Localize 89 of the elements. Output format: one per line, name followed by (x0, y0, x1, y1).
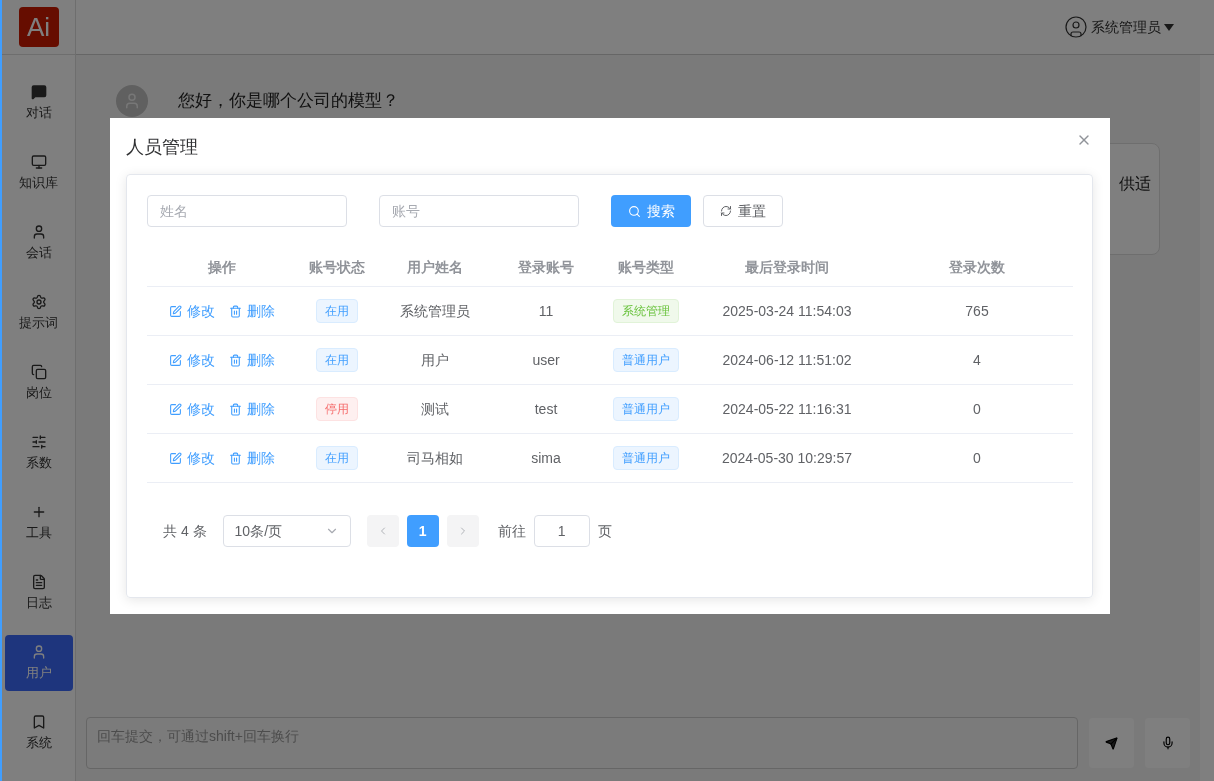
table-cell-text: 2024-05-30 10:29:57 (722, 448, 852, 468)
edit-icon (169, 451, 182, 465)
chat-question: 您好，你是哪个公司的模型？ (178, 90, 399, 113)
edit-link[interactable]: 修改 (169, 398, 215, 420)
app-logo: Ai (18, 7, 59, 47)
column-header: 操作 (208, 258, 236, 277)
sidebar-item[interactable]: 系数 (4, 425, 73, 481)
delete-link[interactable]: 删除 (229, 349, 275, 371)
search-icon (627, 204, 641, 218)
sidebar-item[interactable]: 系统 (4, 705, 73, 761)
edit-icon (169, 304, 182, 318)
status-tag: 在用 (316, 299, 358, 323)
settings-icon (30, 293, 47, 310)
status-tag: 在用 (316, 348, 358, 372)
table-cell-text: 2025-03-24 11:54:03 (722, 301, 852, 321)
column-header: 账号状态 (309, 258, 365, 277)
table-cell-text: 11 (538, 301, 554, 321)
avatar-icon (1064, 15, 1088, 39)
send-icon (1105, 736, 1118, 750)
status-tag: 停用 (316, 397, 358, 421)
table-cell-text: user (532, 350, 560, 370)
reset-button[interactable]: 重置 (703, 195, 783, 227)
answer-text: 供适 (1119, 174, 1151, 194)
column-header: 最后登录时间 (745, 258, 829, 277)
trash-icon (229, 402, 242, 416)
page-suffix: 页 (597, 521, 612, 541)
page-button[interactable]: 1 (406, 515, 439, 547)
trash-icon (229, 353, 242, 367)
table-cell-text: 测试 (420, 399, 449, 419)
table-cell-text: 司马相如 (406, 448, 463, 468)
trash-icon (229, 451, 242, 465)
sliders-icon (30, 433, 47, 450)
type-tag: 普通用户 (613, 397, 679, 421)
type-tag: 普通用户 (613, 446, 679, 470)
total-count: 共 4 条 (163, 521, 207, 541)
sidebar-item[interactable]: 知识库 (4, 145, 73, 201)
sidebar-item[interactable]: 对话 (4, 75, 73, 131)
microphone-button[interactable] (1145, 718, 1190, 768)
sidebar-item[interactable]: 日志 (4, 565, 73, 621)
type-tag: 普通用户 (613, 348, 679, 372)
next-page-button[interactable] (446, 515, 479, 547)
table-cell-text: 765 (965, 301, 989, 321)
sidebar-item[interactable]: 工具 (4, 495, 73, 551)
goto-label: 前往 (497, 521, 526, 541)
edit-icon (169, 353, 182, 367)
column-header: 用户姓名 (406, 258, 463, 277)
caret-icon (1164, 23, 1174, 31)
column-header: 登录次数 (949, 258, 1005, 277)
table-cell-text: 0 (973, 448, 981, 468)
delete-link[interactable]: 删除 (229, 300, 275, 322)
type-tag: 系统管理 (613, 299, 679, 323)
sidebar-item[interactable]: 提示词 (4, 285, 73, 341)
table-cell-text: 用户 (420, 350, 449, 370)
goto-page-field[interactable]: 1 (533, 515, 590, 547)
chat-icon (30, 83, 47, 100)
table-cell-text: 2024-06-12 11:51:02 (722, 350, 852, 370)
microphone-icon (1160, 736, 1175, 750)
table-cell-text: 0 (973, 399, 981, 419)
avatar-icon (116, 85, 148, 117)
edit-link[interactable]: 修改 (169, 447, 215, 469)
page-size-select[interactable]: 10条/页 (222, 515, 351, 547)
dialog-title: 人员管理 (126, 135, 198, 159)
send-button[interactable] (1089, 718, 1134, 768)
edit-icon (169, 402, 182, 416)
table-cell-text: 2024-05-22 11:16:31 (722, 399, 852, 419)
table-cell-text: test (534, 399, 558, 419)
column-header: 登录账号 (518, 258, 574, 277)
user-menu[interactable]: 系统管理员 (1064, 15, 1174, 39)
overlap-squares-icon (30, 363, 47, 380)
delete-link[interactable]: 删除 (229, 398, 275, 420)
document-icon (30, 573, 47, 590)
monitor-icon (30, 153, 47, 170)
filter-field[interactable]: 账号 (379, 195, 579, 227)
sidebar-item[interactable]: 会话 (4, 215, 73, 271)
sidebar-item[interactable]: 岗位 (4, 355, 73, 411)
table-cell-text: 4 (973, 350, 981, 370)
edit-link[interactable]: 修改 (169, 300, 215, 322)
delete-link[interactable]: 删除 (229, 447, 275, 469)
prev-page-button[interactable] (366, 515, 399, 547)
trash-icon (229, 304, 242, 318)
sidebar-item[interactable]: 用户 (4, 635, 73, 691)
column-header: 账号类型 (618, 258, 674, 277)
table-cell-text: 系统管理员 (399, 301, 470, 321)
edit-link[interactable]: 修改 (169, 349, 215, 371)
refresh-icon (720, 205, 732, 217)
status-tag: 在用 (316, 446, 358, 470)
table-cell-text: sima (531, 448, 561, 468)
filter-field[interactable]: 姓名 (147, 195, 347, 227)
search-button[interactable]: 搜索 (611, 195, 691, 227)
